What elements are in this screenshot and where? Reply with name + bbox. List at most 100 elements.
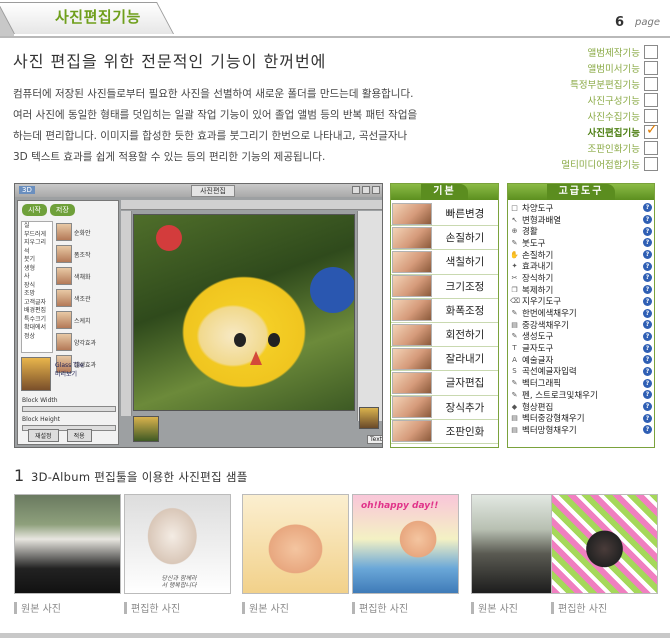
help-icon[interactable]: ?	[643, 378, 652, 388]
basic-tool-item[interactable]: 색칠하기	[391, 250, 498, 275]
basic-tool-item[interactable]: 장식추가	[391, 396, 498, 420]
advanced-tool-item[interactable]: ❐ 복제하기?	[510, 284, 652, 296]
help-icon[interactable]: ?	[643, 355, 652, 365]
help-icon[interactable]: ?	[643, 203, 652, 213]
feature-checkbox[interactable]: ✓	[644, 122, 658, 139]
advanced-tool-item[interactable]: ✎ 펜, 스트로크및채우기?	[510, 389, 652, 401]
app-canvas-thumbnail[interactable]	[133, 416, 159, 442]
advanced-tool-item[interactable]: ✎ 붓도구?	[510, 237, 652, 249]
app-menu-item[interactable]: 확대에서	[24, 324, 52, 333]
help-icon[interactable]: ?	[643, 296, 652, 306]
help-icon[interactable]: ?	[643, 285, 652, 295]
help-icon[interactable]: ?	[643, 261, 652, 271]
help-icon[interactable]: ?	[643, 320, 652, 330]
app-menu-item[interactable]: 석	[24, 248, 52, 257]
app-menu-item[interactable]: 실	[24, 222, 52, 231]
feature-item[interactable]: 사진편집기능 ✓	[530, 122, 658, 140]
basic-tool-item[interactable]: 조판인화	[391, 420, 498, 444]
save-button[interactable]: 저장	[49, 204, 75, 216]
app-menu-item[interactable]: 조망	[24, 290, 52, 299]
apply-button[interactable]: 적용	[66, 429, 92, 442]
basic-tool-item[interactable]: 잘라내기	[391, 347, 498, 372]
app-menu-item[interactable]: 생형	[24, 265, 52, 274]
app-canvas-image[interactable]	[133, 214, 355, 411]
help-icon[interactable]: ?	[643, 238, 652, 248]
app-menu-item[interactable]: 정상	[24, 333, 52, 342]
advanced-tool-item[interactable]: ✂ 장식하기?	[510, 272, 652, 284]
feature-item[interactable]: 사진수집기능	[530, 108, 658, 124]
feature-item[interactable]: 사진구성기능	[530, 92, 658, 108]
help-icon[interactable]: ?	[643, 390, 652, 400]
start-button[interactable]: 시작	[22, 204, 47, 216]
app-effect-thumb[interactable]: 색조관	[56, 287, 116, 309]
app-tab-photo-edit[interactable]: 사진편집	[191, 185, 235, 197]
advanced-tool-item[interactable]: ⌫ 지우기도구?	[510, 296, 652, 307]
advanced-tool-item[interactable]: ⊕ 경활?	[510, 225, 652, 237]
app-effect-thumb[interactable]: 폼조작	[56, 243, 116, 265]
advanced-tool-item[interactable]: ✎ 생성도구?	[510, 331, 652, 342]
feature-item[interactable]: 앨범미서기능	[530, 60, 658, 76]
help-icon[interactable]: ?	[643, 215, 652, 225]
app-menu-item[interactable]: 배경편집	[24, 307, 52, 316]
basic-tool-item[interactable]: 빠른변경	[391, 202, 498, 227]
app-menu-item[interactable]: 붓기	[24, 256, 52, 265]
advanced-tool-item[interactable]: ✎ 벡터그래픽?	[510, 377, 652, 389]
advanced-tool-item[interactable]: ◆ 형상편집?	[510, 401, 652, 413]
app-effect-thumb[interactable]: 스케치	[56, 309, 116, 331]
advanced-tool-item[interactable]: S 곡선예글자입력?	[510, 366, 652, 377]
advanced-tool-item[interactable]: ✦ 효과내기?	[510, 260, 652, 272]
help-icon[interactable]: ?	[643, 343, 652, 353]
feature-checkbox[interactable]	[644, 61, 658, 75]
feature-checkbox[interactable]	[644, 93, 658, 107]
app-text-button[interactable]: Text	[367, 435, 382, 444]
advanced-tool-item[interactable]: □ 차양도구?	[510, 202, 652, 214]
app-menu-item[interactable]: 사	[24, 273, 52, 282]
app-right-thumbnail[interactable]	[359, 407, 379, 429]
help-icon[interactable]: ?	[643, 226, 652, 236]
feature-item[interactable]: 앨범제작기능	[530, 44, 658, 60]
feature-checkbox[interactable]	[644, 45, 658, 59]
advanced-tool-item[interactable]: A 예술글자?	[510, 354, 652, 366]
advanced-tool-item[interactable]: T 글자도구?	[510, 342, 652, 354]
help-icon[interactable]: ?	[643, 402, 652, 412]
feature-item[interactable]: 멀티미디어접합기능	[530, 156, 658, 172]
advanced-tool-item[interactable]: ▤ 벡터망형채우기?	[510, 424, 652, 436]
help-icon[interactable]: ?	[643, 250, 652, 260]
advanced-tool-item[interactable]: ▤ 중강색채우기?	[510, 319, 652, 331]
app-effect-thumb[interactable]: 색채화	[56, 265, 116, 287]
basic-tool-item[interactable]: 손질하기	[391, 226, 498, 251]
basic-tool-item[interactable]: 글자편집	[391, 371, 498, 396]
app-effect-thumb[interactable]: 순화안	[56, 221, 116, 243]
maximize-icon[interactable]	[362, 186, 370, 194]
app-menu-item[interactable]: 고객글자	[24, 299, 52, 308]
basic-tool-item[interactable]: 크기조정	[391, 275, 498, 299]
help-icon[interactable]: ?	[643, 273, 652, 283]
basic-tool-item[interactable]: 회전하기	[391, 323, 498, 348]
minimize-icon[interactable]	[352, 186, 360, 194]
advanced-tool-item[interactable]: ▤ 벡터중강형채우기?	[510, 412, 652, 424]
advanced-tool-item[interactable]: ✎ 한번에색채우기?	[510, 307, 652, 319]
feature-checkbox[interactable]	[644, 77, 658, 91]
app-menu-item[interactable]: 부드러게	[24, 231, 52, 240]
app-menu-item[interactable]: 지우그리	[24, 239, 52, 248]
close-icon[interactable]	[372, 186, 380, 194]
basic-tool-item[interactable]: 화폭조정	[391, 299, 498, 323]
block-width-slider[interactable]	[22, 406, 116, 412]
feature-item[interactable]: 특정부분편집기능	[530, 76, 658, 92]
app-menu-item[interactable]: 장식	[24, 282, 52, 291]
feature-checkbox[interactable]	[644, 141, 658, 155]
help-icon[interactable]: ?	[643, 366, 652, 376]
advanced-tool-item[interactable]: ✋ 손질하기?	[510, 249, 652, 261]
help-icon[interactable]: ?	[643, 413, 652, 423]
app-effect-thumb[interactable]: 양각효과	[56, 331, 116, 353]
preview-label[interactable]: 미리보기	[55, 370, 84, 379]
help-icon[interactable]: ?	[643, 331, 652, 341]
reset-button[interactable]: 재설정	[28, 429, 59, 442]
feature-item[interactable]: 조판인화기능	[530, 140, 658, 156]
feature-checkbox[interactable]	[644, 157, 658, 171]
app-menu-item[interactable]: 특수크기	[24, 316, 52, 325]
advanced-tool-item[interactable]: ↖ 변형과배열?	[510, 214, 652, 226]
help-icon[interactable]: ?	[643, 308, 652, 318]
help-icon[interactable]: ?	[643, 425, 652, 435]
feature-checkbox[interactable]	[644, 109, 658, 123]
